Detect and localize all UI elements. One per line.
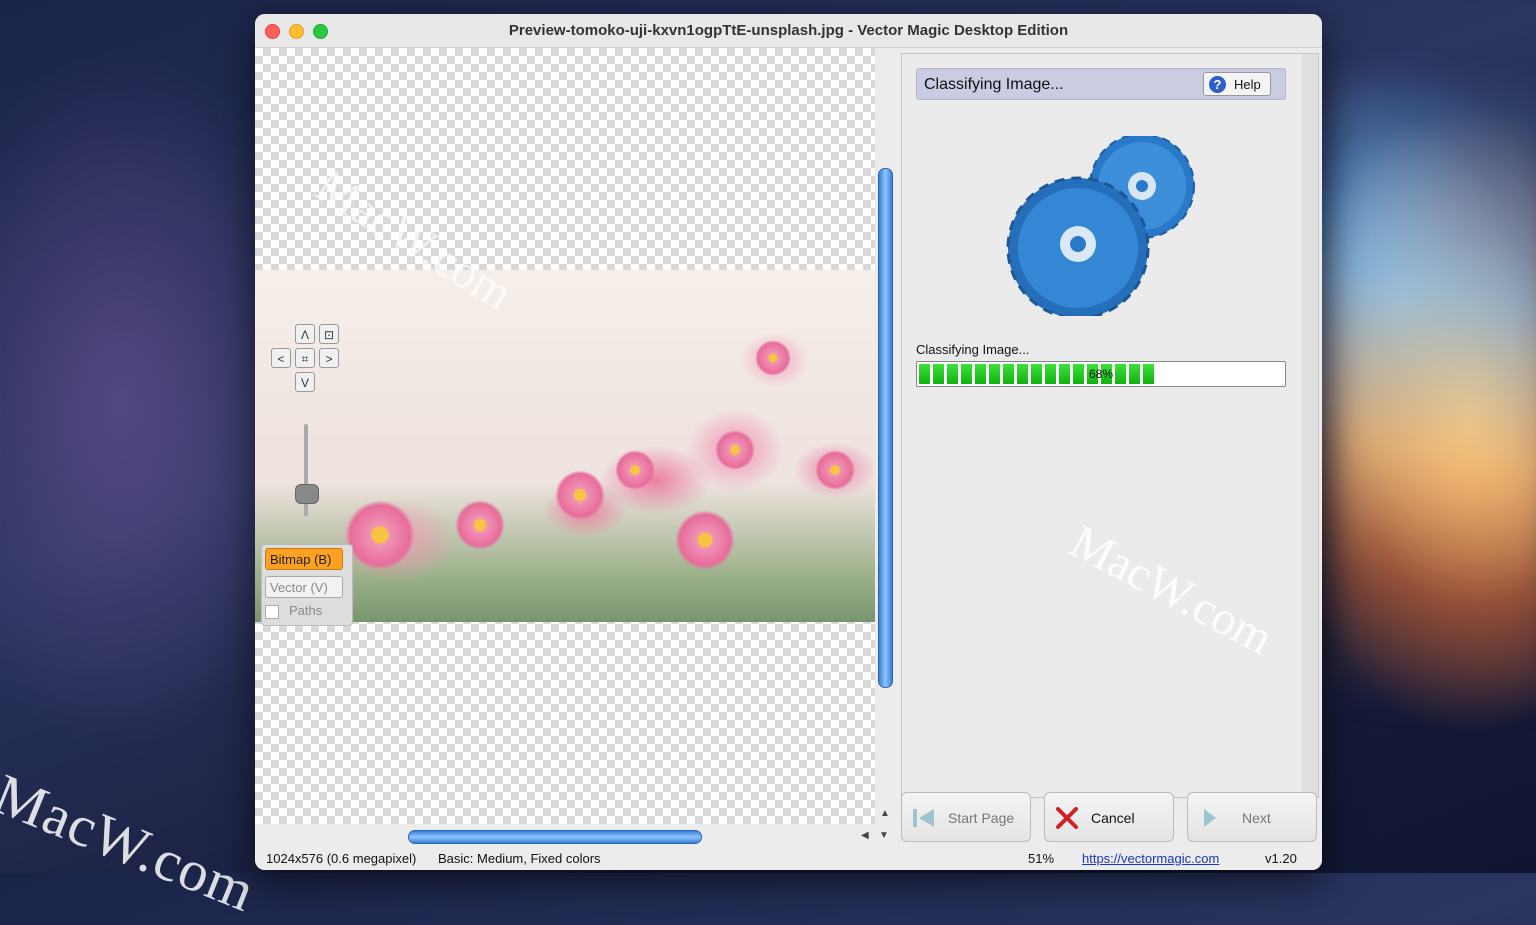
title-bar: Preview-tomoko-uji-kxvn1ogpTtE-unsplash.… (255, 14, 1322, 48)
zoom-fit-button[interactable]: ⊡ (319, 324, 339, 344)
window-title: Preview-tomoko-uji-kxvn1ogpTtE-unsplash.… (508, 22, 1069, 39)
next-button[interactable]: Next (1187, 792, 1317, 842)
pan-up-button[interactable]: Λ (295, 324, 315, 344)
flower-shape (555, 470, 605, 520)
zoom-level: 51% (1028, 851, 1055, 866)
scroll-left-arrow[interactable]: ◀ (861, 830, 869, 841)
zoom-slider-thumb[interactable] (295, 484, 319, 504)
vector-view-button[interactable]: Vector (V) (265, 576, 343, 598)
cancel-x-icon (1056, 807, 1078, 829)
horizontal-scrollbar[interactable]: ◀ ▼ (255, 826, 889, 846)
next-arrow-icon (1204, 809, 1216, 827)
status-bar: 1024x576 (0.6 megapixel) Basic: Medium, … (255, 848, 1322, 870)
flower-shape (455, 500, 505, 550)
help-button[interactable]: ? Help (1203, 72, 1271, 96)
progress-bar: 68% (916, 361, 1286, 387)
paths-toggle[interactable]: Paths (265, 603, 322, 621)
help-label: Help (1234, 77, 1261, 92)
wizard-content: Classifying Image... ? Help Classifying … (902, 54, 1302, 797)
pan-controls: Λ ⊡ < ⌗ > V (271, 324, 347, 400)
app-window: Preview-tomoko-uji-kxvn1ogpTtE-unsplash.… (255, 14, 1322, 870)
flower-shape (715, 430, 755, 470)
start-page-button[interactable]: Start Page (901, 792, 1031, 842)
view-mode-panel: Bitmap (B) Vector (V) Paths (261, 544, 353, 626)
vertical-scroll-thumb[interactable] (878, 168, 893, 688)
paths-checkbox[interactable] (265, 604, 279, 619)
start-page-icon (913, 809, 934, 827)
wizard-panel: Classifying Image... ? Help Classifying … (901, 53, 1319, 798)
flower-shape (345, 500, 415, 570)
flower-shape (815, 450, 855, 490)
image-canvas[interactable]: MacW.com Λ ⊡ < ⌗ > V Bitmap (B) Vector (… (255, 48, 875, 824)
cancel-label: Cancel (1091, 810, 1135, 826)
vertical-scrollbar[interactable]: ▲ (875, 48, 895, 824)
progress-label: Classifying Image... (916, 342, 1030, 357)
help-question-icon: ? (1209, 76, 1226, 93)
pan-down-button[interactable]: V (295, 372, 315, 392)
gears-icon (1006, 136, 1195, 316)
pan-center-button[interactable]: ⌗ (295, 348, 315, 368)
desktop-watermark: MacW.com (0, 760, 265, 925)
scroll-up-arrow[interactable]: ▲ (880, 808, 890, 819)
website-link[interactable]: https://vectormagic.com (1082, 851, 1219, 866)
flower-shape (755, 340, 791, 376)
step-header: Classifying Image... ? Help (916, 68, 1286, 100)
image-info: 1024x576 (0.6 megapixel) (266, 851, 417, 866)
large-gear-icon (1006, 176, 1150, 316)
version-label: v1.20 (1265, 851, 1297, 866)
panel-watermark: MacW.com (1061, 514, 1282, 666)
cancel-button[interactable]: Cancel (1044, 792, 1174, 842)
pan-left-button[interactable]: < (271, 348, 291, 368)
paths-label: Paths (289, 603, 323, 618)
settings-summary: Basic: Medium, Fixed colors (438, 851, 601, 866)
flower-shape (675, 510, 735, 570)
flower-shape (615, 450, 655, 490)
panel-scrollbar[interactable] (1302, 54, 1318, 797)
start-page-label: Start Page (948, 810, 1015, 826)
progress-percent: 68% (1088, 367, 1114, 381)
wallpaper-light-streak (1330, 80, 1536, 700)
bitmap-view-button[interactable]: Bitmap (B) (265, 548, 343, 570)
step-title: Classifying Image... (924, 76, 1064, 93)
horizontal-scroll-thumb[interactable] (408, 830, 702, 844)
pan-right-button[interactable]: > (319, 348, 339, 368)
scroll-down-arrow[interactable]: ▼ (879, 830, 889, 841)
next-label: Next (1242, 810, 1271, 826)
